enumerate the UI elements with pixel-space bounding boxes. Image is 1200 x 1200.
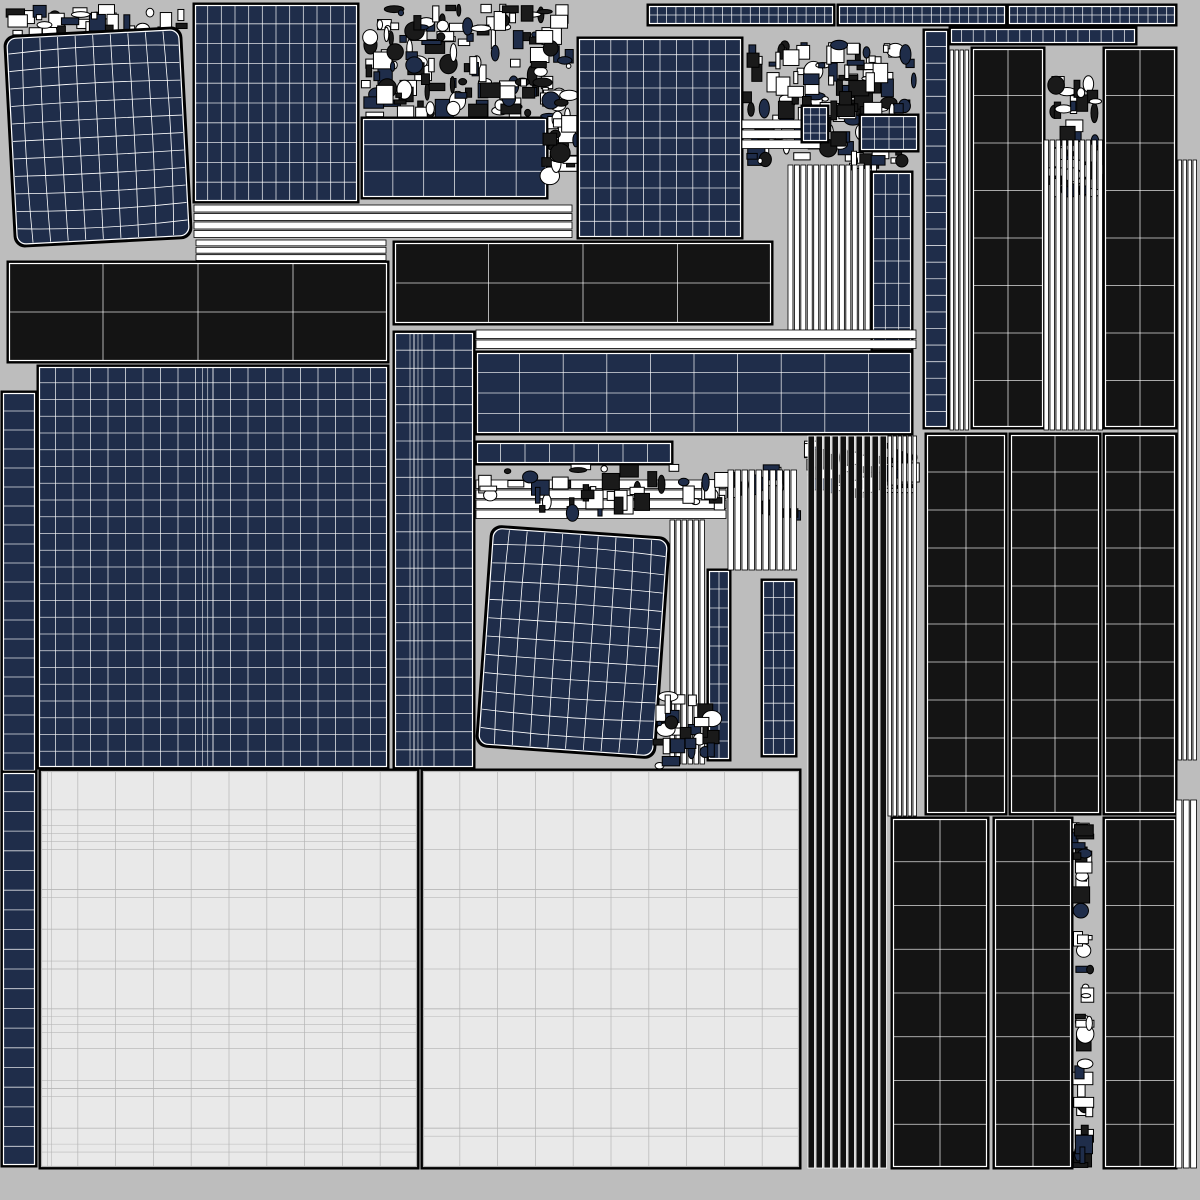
navy-uv-island <box>3 26 193 248</box>
navy-uv-island <box>360 116 549 200</box>
dark-uv-island <box>1008 432 1102 816</box>
dark-uv-island <box>392 240 774 326</box>
navy-uv-island <box>948 26 1138 46</box>
navy-uv-island <box>475 525 671 759</box>
light-uv-island <box>38 768 420 1170</box>
navy-uv-island <box>392 330 476 770</box>
navy-uv-island <box>800 104 830 144</box>
navy-uv-island <box>836 3 1008 27</box>
strip-uv-island <box>1175 799 1197 1169</box>
navy-uv-island <box>646 3 836 27</box>
dark-uv-island <box>1102 816 1178 1170</box>
strip-uv-island <box>195 239 387 261</box>
navy-uv-island <box>474 350 914 436</box>
navy-uv-island <box>760 578 798 758</box>
dark-uv-island <box>970 46 1046 430</box>
navy-uv-island <box>858 113 920 153</box>
navy-uv-island <box>474 440 674 466</box>
light-uv-island <box>420 768 802 1170</box>
navy-uv-island <box>0 770 38 1168</box>
navy-uv-island <box>1006 3 1178 27</box>
navy-uv-island <box>576 36 744 240</box>
navy-uv-island <box>0 390 38 774</box>
uv-texture-layout <box>0 0 1200 1200</box>
navy-uv-island <box>192 2 360 204</box>
dark-uv-island <box>6 260 390 364</box>
navy-uv-island <box>36 364 390 770</box>
uv-layout-svg <box>0 0 1200 1200</box>
dark-uv-island <box>890 816 990 1170</box>
dark-uv-island <box>924 432 1008 816</box>
dark-uv-island <box>992 816 1074 1170</box>
dark-uv-island <box>1102 46 1178 430</box>
dark-uv-island <box>1102 432 1178 816</box>
navy-uv-island <box>870 170 914 352</box>
navy-uv-island <box>922 28 950 430</box>
